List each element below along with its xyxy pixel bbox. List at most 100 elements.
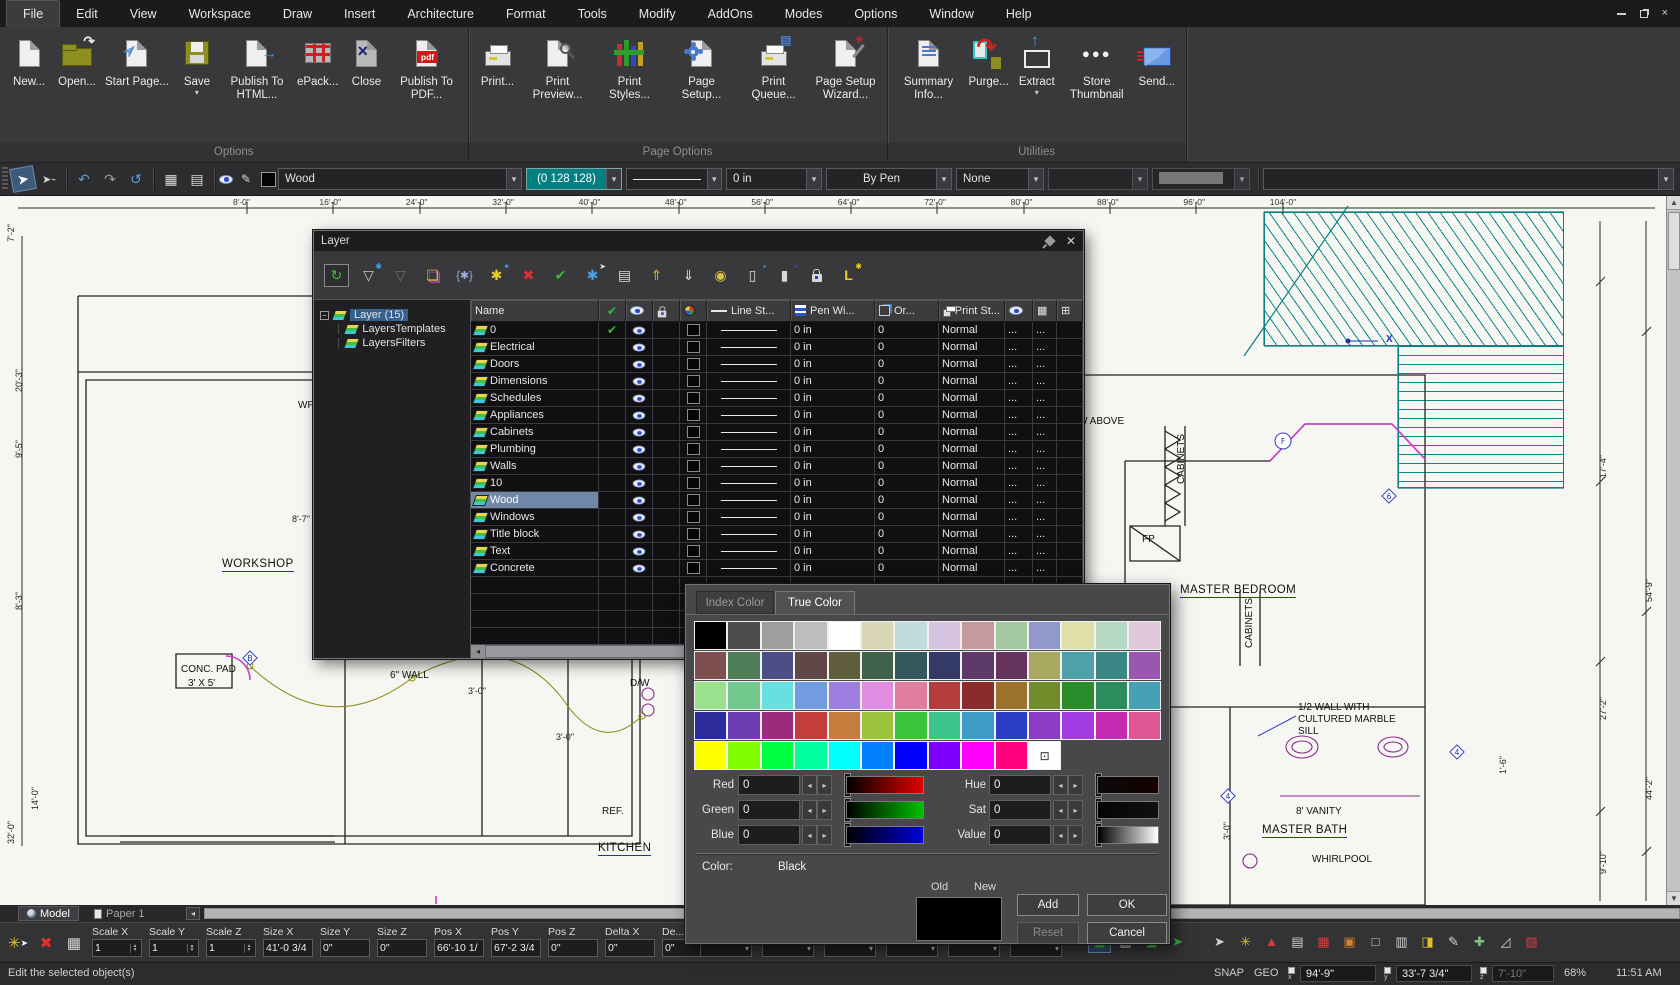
tree-collapse-icon[interactable]: − [320,311,329,320]
printer-small-icon[interactable]: ▤ [1286,930,1309,953]
layer-more-cell[interactable]: ... [1005,407,1033,423]
layer-check-cell[interactable] [599,475,626,491]
layer-penwidth-cell[interactable]: 0 in [791,492,875,508]
select-by-layer-icon[interactable]: ✱➤ [580,264,605,287]
layer-visible-cell[interactable] [626,509,653,525]
layer-name-cell[interactable]: Appliances [471,407,599,423]
layer-row-plumbing[interactable]: Plumbing0 in0Normal...... [471,441,1083,458]
layer-printstyle-cell[interactable]: Normal [939,322,1005,338]
extract-button[interactable]: ↑Extract▾ [1014,31,1060,98]
layer-visible-cell[interactable] [626,373,653,389]
layer-more-cell[interactable]: ... [1033,509,1057,525]
layer-penwidth-cell[interactable]: 0 in [791,322,875,338]
purge-button[interactable]: ↷Purge... [966,31,1012,91]
swatch-68e0e0[interactable] [761,681,794,710]
sat-spinner[interactable]: ◂▸ [1053,800,1083,820]
layer-printstyle-cell[interactable]: Normal [939,390,1005,406]
swatch-80ff00[interactable] [727,741,760,770]
new-button[interactable]: New... [6,31,52,91]
layer-name-cell[interactable]: Wood [471,492,599,508]
layer-more-cell[interactable]: ... [1033,407,1057,423]
layer-color-cell[interactable] [680,475,707,491]
swatch-615e3d[interactable] [828,651,861,680]
layer-visible-cell[interactable] [626,441,653,457]
layer-lock-cell[interactable] [653,492,680,508]
tab-scroll-left-icon[interactable]: ◂ [186,907,200,920]
layer-extra-cell[interactable] [1057,441,1083,457]
visibility-icon[interactable]: ◉ [708,264,733,287]
apply-icon[interactable]: ✔ [548,264,573,287]
layer-extra-cell[interactable] [1057,424,1083,440]
swatch-e05797[interactable] [1128,711,1161,740]
column-header-check[interactable]: ✔ [599,300,626,321]
layer-color-cell[interactable] [680,509,707,525]
menu-addons[interactable]: AddOns [692,0,769,27]
new-layer-icon[interactable]: ✱✦ [484,264,509,287]
size-z-input[interactable]: 0" [377,939,427,957]
layer-color-cell[interactable] [680,441,707,457]
layer-combo[interactable]: Wood ▾ [278,168,522,190]
layer-penwidth-cell[interactable]: 0 in [791,475,875,491]
layer-printstyle-cell[interactable]: Normal [939,492,1005,508]
spin-left-icon[interactable]: ◂ [1053,825,1068,845]
sat-input[interactable]: 0 [989,800,1051,820]
layer-visibility-icon[interactable] [219,175,233,184]
swatch-3a8585[interactable] [1095,651,1128,680]
layer-lock-cell[interactable] [653,543,680,559]
hatch-combo[interactable]: ▾ [1048,168,1148,190]
layer-order-cell[interactable]: 0 [875,339,939,355]
layer-name-cell[interactable]: Dimensions [471,373,599,389]
layer-order-cell[interactable]: 0 [875,373,939,389]
layer-linestyle-cell[interactable] [707,373,791,389]
layer-row-electrical[interactable]: Electrical0 in0Normal...... [471,339,1083,356]
layer-extra-cell[interactable] [1057,339,1083,355]
swatch-e07da1[interactable] [894,681,927,710]
layer-order-cell[interactable]: 0 [875,475,939,491]
scale-x-input[interactable]: 1▴▾ [92,939,142,957]
chevron-down-icon[interactable]: ▾ [807,944,811,953]
menu-architecture[interactable]: Architecture [391,0,490,27]
menu-workspace[interactable]: Workspace [173,0,267,27]
layer-check-cell[interactable] [599,560,626,576]
layer-row-dimensions[interactable]: Dimensions0 in0Normal...... [471,373,1083,390]
layer-row-cabinets[interactable]: Cabinets0 in0Normal...... [471,424,1083,441]
selection-info-icon[interactable]: ▦ [159,167,183,191]
close-icon[interactable]: ✕ [1066,234,1076,248]
layer-properties-icon[interactable]: ▤ [612,264,637,287]
swatch-66335c[interactable] [995,651,1028,680]
layer-check-cell[interactable] [599,407,626,423]
box-icon[interactable]: □ [1364,930,1387,953]
column-hide-icon[interactable]: ▮▪ [772,264,797,287]
lock-icon[interactable] [804,264,829,287]
chevron-down-icon[interactable]: ▾ [1132,169,1147,189]
layer-row-walls[interactable]: Walls0 in0Normal...... [471,458,1083,475]
size-x-input[interactable]: 41'-0 3/4 [263,939,313,957]
layer-check-cell[interactable] [599,526,626,542]
open-button[interactable]: Open... [54,31,100,91]
layer-lock-cell[interactable] [653,458,680,474]
swatch-e08ce0[interactable] [861,681,894,710]
group-icon[interactable]: ✚ [1468,930,1491,953]
layer-row-doors[interactable]: Doors0 in0Normal...... [471,356,1083,373]
pattern-combo[interactable]: None ▾ [956,168,1044,190]
current-color-swatch[interactable] [261,172,276,187]
layer-color-cell[interactable] [680,339,707,355]
swatch-33595c[interactable] [894,651,927,680]
swatch-719ce0[interactable] [794,681,827,710]
layer-linestyle-cell[interactable] [707,543,791,559]
pen-icon[interactable]: ✎ [234,167,258,191]
delta-x-input[interactable]: 0" [605,939,655,957]
layer-more-cell[interactable]: ... [1005,373,1033,389]
swatch-2b8c5e[interactable] [1095,681,1128,710]
layer-order-cell[interactable]: 0 [875,458,939,474]
layer-lock-cell[interactable] [653,339,680,355]
menu-window[interactable]: Window [913,0,989,27]
swatch-5e3a6b[interactable] [961,651,994,680]
layer-visible-cell[interactable] [626,424,653,440]
column-show-icon[interactable]: ▯▪ [740,264,765,287]
tab-paper-1[interactable]: Paper 1 [86,906,153,921]
layer-penwidth-cell[interactable]: 0 in [791,339,875,355]
reset-button[interactable]: Reset [1017,922,1079,944]
chevron-down-icon[interactable]: ▾ [1234,169,1249,189]
minimize-icon[interactable] [1617,13,1626,15]
